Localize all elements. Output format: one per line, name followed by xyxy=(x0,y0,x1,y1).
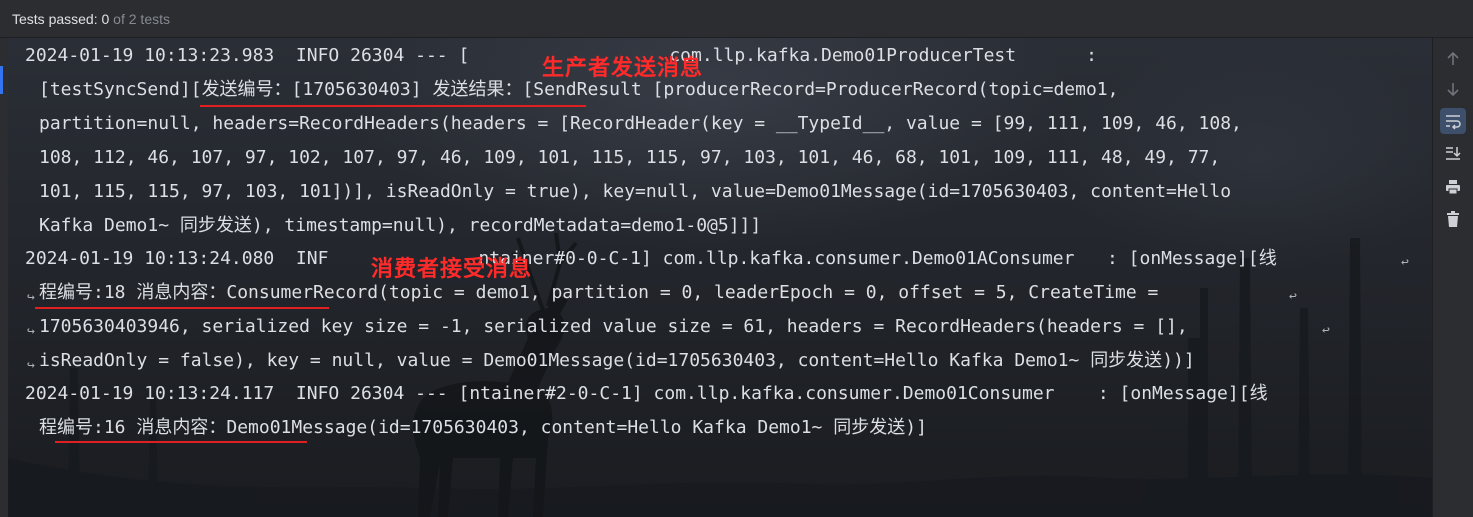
wrap-continuation-icon: ↩ xyxy=(1289,289,1297,304)
log-line-8-thread-id: :18 xyxy=(93,282,137,303)
log-line-12: 程编号:16 消息内容：Demo01Message(id=1705630403,… xyxy=(39,416,927,440)
log-line-11-a: 2024-01-19 10:13:24.117 INFO 26304 --- [… xyxy=(25,383,1250,404)
log-line-6-c: ), timestamp=null), recordMetadata=demo1… xyxy=(251,215,762,236)
log-line-12-content-label: 消息内容： xyxy=(136,417,227,438)
wrap-start-icon: ↪ xyxy=(27,358,35,373)
tests-total-text: of 2 tests xyxy=(109,11,170,27)
wrap-start-icon: ↪ xyxy=(27,324,35,339)
console-output[interactable]: 2024-01-19 10:13:23.983 INFO 26304 --- [… xyxy=(8,38,1432,517)
log-line-9: 1705630403946, serialized key size = -1,… xyxy=(39,316,1199,337)
log-line-2-result: [SendResult [producerRecord=ProducerReco… xyxy=(522,79,1119,100)
log-line-2-method: [testSyncSend][ xyxy=(39,79,202,100)
log-line-8-content-label: 消息内容： xyxy=(136,282,227,303)
log-line-7-b: ntainer#0-0-C-1] com.llp.kafka.consumer.… xyxy=(478,248,1259,269)
test-results-header: Tests passed: 0 of 2 tests xyxy=(0,0,1473,38)
log-line-10: isReadOnly = false), key = null, value =… xyxy=(39,349,1195,373)
log-line-12-cjk: 同步发送 xyxy=(833,417,906,438)
underline-send-info xyxy=(200,105,586,107)
log-line-7: 2024-01-19 10:13:24.080 INF ntainer#0-0-C… xyxy=(25,247,1277,271)
wrap-start-icon: ↪ xyxy=(27,290,35,305)
log-line-11-cjk: 线 xyxy=(1249,383,1268,404)
left-gutter xyxy=(0,38,8,517)
log-line-12-thread-id: :16 xyxy=(93,417,137,438)
tests-passed-label: Tests passed: xyxy=(12,11,102,27)
log-line-12-thread-label: 程编号 xyxy=(39,417,93,438)
underline-thread-18 xyxy=(35,307,329,309)
log-line-10-c: ))] xyxy=(1162,350,1195,371)
log-line-12-message: Demo01Message(id=1705630403, content=Hel… xyxy=(226,417,834,438)
log-line-6: Kafka Demo1~ 同步发送), timestamp=null), rec… xyxy=(39,214,761,238)
log-line-1-prefix: 2024-01-19 10:13:23.983 INFO 26304 --- [ xyxy=(25,45,470,66)
log-line-8: 程编号:18 消息内容：ConsumerRecord(topic = demo1… xyxy=(39,281,1169,305)
annotation-consumer-receive: 消费者接受消息 xyxy=(371,257,533,282)
log-line-3: partition=null, headers=RecordHeaders(he… xyxy=(39,113,1242,134)
log-line-8-record: ConsumerRecord(topic = demo1, partition … xyxy=(226,282,1170,303)
log-line-7-a: 2024-01-19 10:13:24.080 INF xyxy=(25,248,329,269)
log-line-5: 101, 115, 115, 97, 103, 101])], isReadOn… xyxy=(39,181,1232,202)
test-status-text: Tests passed: 0 of 2 tests xyxy=(12,11,170,27)
annotation-producer-send: 生产者发送消息 xyxy=(542,56,704,81)
log-line-2-send-id-label: 发送编号： xyxy=(201,79,292,100)
log-line-11: 2024-01-19 10:13:24.117 INFO 26304 --- [… xyxy=(25,382,1268,406)
arrow-up-icon[interactable] xyxy=(1440,46,1466,72)
log-line-7-cjk: 线 xyxy=(1258,248,1277,269)
wrap-continuation-icon: ↩ xyxy=(1401,255,1409,270)
log-line-10-cjk: 同步发送 xyxy=(1090,350,1163,371)
log-line-8-thread-label: 程编号 xyxy=(39,282,93,303)
log-line-2-result-label: 发送结果： xyxy=(432,79,523,100)
log-line-4: 108, 112, 46, 107, 97, 102, 107, 97, 46,… xyxy=(39,147,1221,168)
log-line-1-logger: com.llp.kafka.Demo01ProducerTest xyxy=(669,45,1017,66)
arrow-down-icon[interactable] xyxy=(1440,76,1466,102)
underline-thread-16 xyxy=(55,441,307,443)
print-icon[interactable] xyxy=(1440,174,1466,200)
log-line-6-cjk: 同步发送 xyxy=(179,215,252,236)
wrap-continuation-icon: ↩ xyxy=(1322,323,1330,338)
log-line-2-send-id: [1705630403] xyxy=(291,79,433,100)
console-toolbar xyxy=(1432,38,1473,517)
log-line-1-colon: : xyxy=(1086,45,1097,66)
log-text-area[interactable]: 2024-01-19 10:13:23.983 INFO 26304 --- [… xyxy=(8,38,1432,517)
gutter-marker xyxy=(0,66,3,94)
log-line-6-a: Kafka Demo1~ xyxy=(39,215,180,236)
log-line-12-end: )] xyxy=(905,417,927,438)
log-line-10-a: isReadOnly = false), key = null, value =… xyxy=(39,350,1091,371)
soft-wrap-icon[interactable] xyxy=(1440,108,1466,134)
scroll-to-end-icon[interactable] xyxy=(1440,140,1466,166)
trash-icon[interactable] xyxy=(1440,206,1466,232)
